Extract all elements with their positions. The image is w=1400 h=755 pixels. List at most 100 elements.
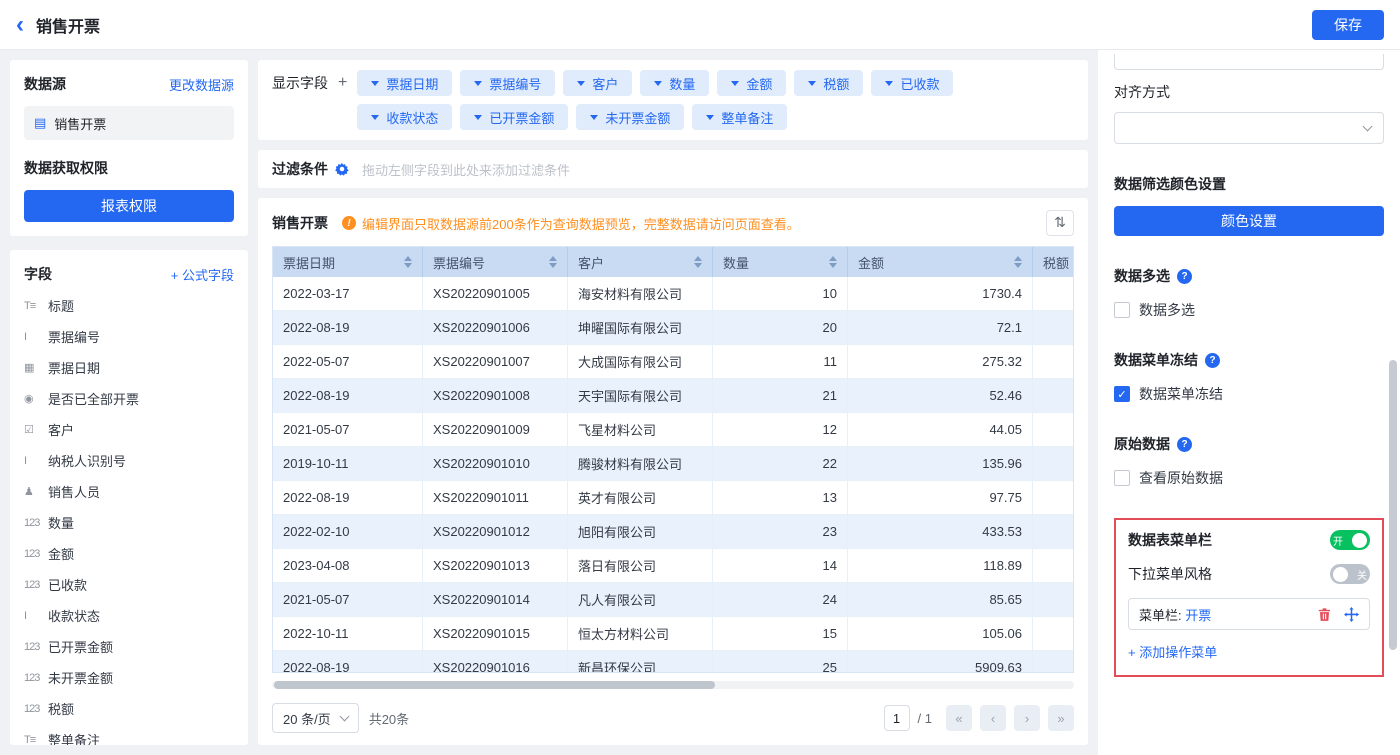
column-header[interactable]: 金额	[848, 247, 1033, 277]
page-size-select[interactable]: 20 条/页	[272, 703, 359, 733]
field-item[interactable]: ▦ 票据日期	[24, 352, 234, 383]
field-chip[interactable]: 客户	[563, 70, 632, 96]
column-header[interactable]: 票据日期	[273, 247, 423, 277]
field-item[interactable]: 123 数量	[24, 507, 234, 538]
move-icon[interactable]	[1344, 607, 1359, 622]
field-item[interactable]: 123 未开票金额	[24, 662, 234, 693]
topbar: ‹ 销售开票 保存	[0, 0, 1400, 50]
column-header[interactable]: 数量	[713, 247, 848, 277]
field-chip[interactable]: 已收款	[871, 70, 953, 96]
gear-icon[interactable]	[335, 162, 349, 176]
menu-bar-title: 数据表菜单栏	[1128, 530, 1212, 550]
number-icon: 123	[24, 548, 48, 560]
field-item[interactable]: ◉ 是否已全部开票	[24, 383, 234, 414]
add-formula-field-link[interactable]: + 公式字段	[171, 265, 234, 284]
field-chip[interactable]: 金额	[717, 70, 786, 96]
field-item[interactable]: 123 已开票金额	[24, 631, 234, 662]
vertical-scrollbar[interactable]	[1389, 360, 1397, 650]
help-icon[interactable]: ?	[1177, 269, 1192, 284]
field-label: 已收款	[48, 575, 87, 594]
menu-bar-toggle-on[interactable]: 开	[1330, 530, 1370, 550]
current-page[interactable]: 1	[884, 705, 910, 731]
menu-bar-highlight-section: 数据表菜单栏 开 下拉菜单风格 关 菜单栏: 开票	[1114, 518, 1384, 677]
checkbox-checked-icon[interactable]: ✓	[1114, 386, 1130, 402]
report-permission-button[interactable]: 报表权限	[24, 190, 234, 222]
sort-arrows-icon[interactable]	[404, 256, 412, 268]
next-page-button[interactable]: ›	[1014, 705, 1040, 731]
field-item[interactable]: 123 已收款	[24, 569, 234, 600]
cell-bill-number: XS20220901015	[423, 617, 568, 650]
dropdown-style-toggle-off[interactable]: 关	[1330, 564, 1370, 584]
cell-bill-number: XS20220901006	[423, 311, 568, 344]
field-item[interactable]: I 收款状态	[24, 600, 234, 631]
align-select[interactable]	[1114, 112, 1384, 144]
datasource-selected-item[interactable]: ▤ 销售开票	[24, 106, 234, 140]
color-settings-button[interactable]: 颜色设置	[1114, 206, 1384, 236]
chevron-down-icon	[474, 115, 482, 120]
checkbox-unchecked-icon[interactable]	[1114, 470, 1130, 486]
chip-label: 收款状态	[386, 108, 438, 127]
field-item[interactable]: T≡ 整单备注	[24, 724, 234, 745]
cell-bill-date: 2022-02-10	[273, 515, 423, 548]
field-item[interactable]: 123 金额	[24, 538, 234, 569]
cell-quantity: 21	[713, 379, 848, 412]
column-header[interactable]: 客户	[568, 247, 713, 277]
menu-freeze-checkbox-row[interactable]: ✓ 数据菜单冻结	[1114, 384, 1384, 404]
cell-tax	[1033, 651, 1073, 673]
field-chip[interactable]: 整单备注	[692, 104, 787, 130]
total-count: 共20条	[369, 709, 409, 728]
chevron-down-icon	[731, 81, 739, 86]
menu-item-prefix: 菜单栏:	[1139, 608, 1185, 623]
chevron-down-icon	[339, 712, 349, 722]
change-datasource-link[interactable]: 更改数据源	[169, 75, 234, 94]
horizontal-scrollbar[interactable]	[272, 681, 1074, 689]
column-header[interactable]: 票据编号	[423, 247, 568, 277]
prev-page-button[interactable]: ‹	[980, 705, 1006, 731]
cell-bill-number: XS20220901014	[423, 583, 568, 616]
add-operation-menu-link[interactable]: + 添加操作菜单	[1128, 642, 1370, 661]
multi-select-checkbox-row[interactable]: 数据多选	[1114, 300, 1384, 320]
field-item[interactable]: I 纳税人识别号	[24, 445, 234, 476]
raw-data-checkbox-row[interactable]: 查看原始数据	[1114, 468, 1384, 488]
field-chip[interactable]: 未开票金额	[576, 104, 684, 130]
cell-amount: 1730.4	[848, 277, 1033, 310]
field-item[interactable]: ♟ 销售人员	[24, 476, 234, 507]
field-item[interactable]: I 票据编号	[24, 321, 234, 352]
column-label: 数量	[723, 253, 749, 272]
field-label: 标题	[48, 296, 74, 315]
help-icon[interactable]: ?	[1177, 437, 1192, 452]
field-chip[interactable]: 已开票金额	[460, 104, 568, 130]
fields-panel: 字段 + 公式字段 T≡ 标题 I 票据编号	[10, 250, 248, 745]
field-chip[interactable]: 数量	[640, 70, 709, 96]
help-icon[interactable]: ?	[1205, 353, 1220, 368]
scrollbar-thumb[interactable]	[274, 681, 715, 689]
sort-arrows-icon[interactable]	[549, 256, 557, 268]
field-chip[interactable]: 票据日期	[357, 70, 452, 96]
field-item[interactable]: 123 税额	[24, 693, 234, 724]
partial-dropdown[interactable]	[1114, 54, 1384, 70]
checkbox-unchecked-icon[interactable]	[1114, 302, 1130, 318]
field-chip[interactable]: 票据编号	[460, 70, 555, 96]
sort-order-button[interactable]: ⇅	[1046, 210, 1074, 236]
sort-arrows-icon[interactable]	[1014, 256, 1022, 268]
cell-amount: 5909.63	[848, 651, 1033, 673]
table-row: 2021-05-07 XS20220901009 飞星材料公司 12 44.05	[273, 413, 1073, 447]
chip-label: 已开票金额	[489, 108, 554, 127]
first-page-button[interactable]: «	[946, 705, 972, 731]
back-button[interactable]: ‹	[16, 14, 24, 36]
chip-label: 票据编号	[489, 74, 541, 93]
add-display-field-button[interactable]: +	[338, 74, 347, 92]
column-header[interactable]: 税额	[1033, 247, 1073, 277]
field-chip[interactable]: 税额	[794, 70, 863, 96]
sort-arrows-icon[interactable]	[829, 256, 837, 268]
settings-sidebar: 对齐方式 数据筛选颜色设置 颜色设置 数据多选 ? 数据多选	[1098, 50, 1400, 755]
last-page-button[interactable]: »	[1048, 705, 1074, 731]
trash-icon[interactable]	[1317, 607, 1332, 622]
field-item[interactable]: ☑ 客户	[24, 414, 234, 445]
save-button[interactable]: 保存	[1312, 10, 1384, 40]
cell-quantity: 14	[713, 549, 848, 582]
menu-item-row[interactable]: 菜单栏: 开票	[1128, 598, 1370, 630]
field-chip[interactable]: 收款状态	[357, 104, 452, 130]
field-item[interactable]: T≡ 标题	[24, 290, 234, 321]
sort-arrows-icon[interactable]	[694, 256, 702, 268]
